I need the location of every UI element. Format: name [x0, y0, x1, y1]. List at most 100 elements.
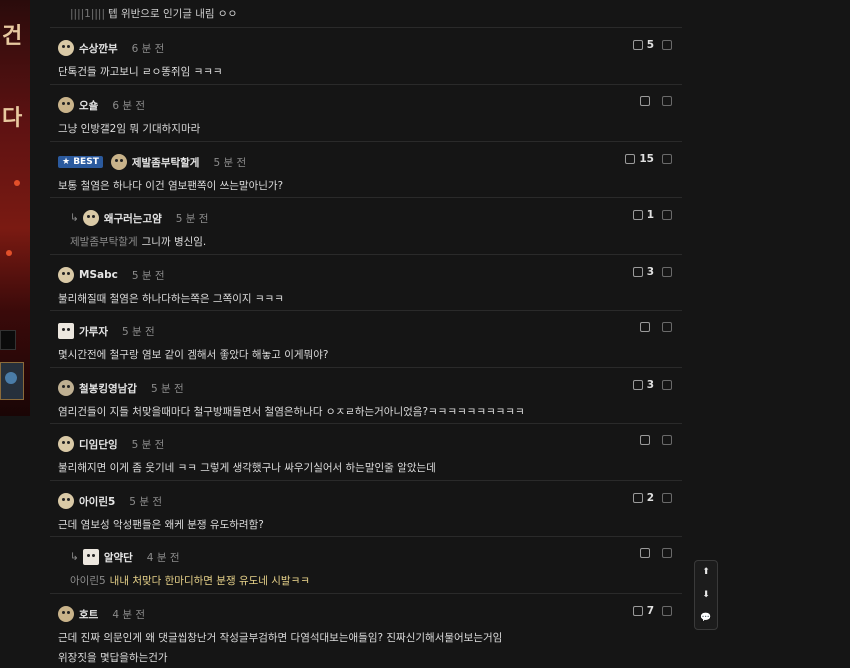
thumbs-up-icon[interactable] [640, 96, 650, 106]
comment-row: MSabc 5 분 전 불리해질때 철염은 하나다하는쪽은 그쪽이지 ㅋㅋㅋ 3 [50, 255, 682, 311]
banner-button[interactable] [0, 330, 16, 350]
comment-text: ||||1|||| 텝 위반으로 인기글 내림 ㅇㅇ [70, 8, 238, 20]
comment-time: 6 분 전 [112, 99, 146, 112]
avatar[interactable] [110, 154, 127, 170]
comment-time: 5 분 전 [131, 438, 165, 451]
comment-text: 몇시간전에 철구랑 염보 같이 겜해서 좋았다 해놓고 이게뭐야? [58, 349, 329, 361]
upvote-count: 2 [646, 492, 654, 504]
avatar[interactable] [58, 380, 74, 396]
comment-nick[interactable]: 수상깐부 [79, 41, 118, 56]
scroll-up-icon[interactable]: ⬆ [702, 567, 710, 577]
comment-time: 5 분 전 [121, 325, 155, 338]
thumbs-down-icon[interactable] [662, 96, 672, 106]
comment-text: 보통 철염은 하나다 이건 염보팬쪽이 쓰는말아닌가? [58, 180, 284, 192]
avatar[interactable] [58, 323, 74, 339]
avatar[interactable] [58, 493, 74, 509]
thumbs-up-icon[interactable] [632, 606, 643, 616]
thumbs-up-icon[interactable] [632, 40, 643, 50]
avatar[interactable] [58, 267, 74, 283]
comment-time: 5 분 전 [150, 382, 184, 395]
reply-row: ↳ 알약단 4 분 전 아이린5 내내 처맞다 한마디하면 분쟁 유도네 시발ㅋㅋ [50, 537, 682, 594]
comment-text: 제발좀부탁할게 그니까 병신임. [70, 236, 207, 248]
thumbs-down-icon[interactable] [662, 322, 672, 332]
upvote-count: 3 [646, 379, 654, 391]
comment-nick[interactable]: 디임단잉 [79, 437, 118, 452]
avatar[interactable] [82, 549, 99, 565]
thumbs-up-icon[interactable] [640, 435, 650, 445]
thumbs-down-icon[interactable] [662, 548, 672, 558]
comment-row: 가루자 5 분 전 몇시간전에 철구랑 염보 같이 겜해서 좋았다 해놓고 이게뭐… [50, 311, 682, 368]
left-banner-ad[interactable]: 건 다 [0, 0, 30, 416]
thumbs-up-icon[interactable] [632, 267, 643, 277]
scroll-down-icon[interactable]: ⬇ [702, 590, 710, 600]
thumbs-down-icon[interactable] [662, 435, 672, 445]
comment-text: 염리건들이 지들 처맞을때마다 철구방패들면서 철염은하나다 ㅇㅈㄹ하는거아니었… [58, 406, 525, 418]
upvote-count: 1 [646, 209, 654, 221]
thumbs-down-icon[interactable] [662, 606, 672, 616]
comment-time: 5 분 전 [131, 269, 165, 282]
comment-nick[interactable]: MSabc [79, 269, 118, 281]
thumbs-down-icon[interactable] [662, 493, 672, 503]
comment-nick[interactable]: 호트 [79, 607, 98, 622]
comment-nick[interactable]: 철봉킹영남갑 [79, 381, 137, 396]
upvote-count: 3 [646, 266, 654, 278]
thumbs-up-icon[interactable] [625, 154, 636, 164]
comment-time: 6 분 전 [131, 42, 165, 55]
comment-text: 근데 염보성 악성팬들은 왜케 분쟁 유도하려함? [58, 519, 264, 531]
thumbs-up-icon[interactable] [640, 548, 650, 558]
comment-time: 5 분 전 [213, 156, 247, 169]
comment-list: ||||1|||| 텝 위반으로 인기글 내림 ㅇㅇ 수상깐부 6 분 전 단톡건들… [50, 0, 682, 664]
comment-nick[interactable]: 가루자 [79, 324, 108, 339]
reply-arrow-icon: ↳ [70, 212, 79, 224]
comment-row: 수상깐부 6 분 전 단톡건들 까고보니 ㄹㅇ똥쥐임 ㅋㅋㅋ 5 [50, 28, 682, 85]
reply-row: ↳ 왜구러는고얌 5 분 전 제발좀부탁할게 그니까 병신임. 1 [50, 198, 682, 255]
comment-nick[interactable]: 오숄 [79, 98, 98, 113]
comment-partial-top: ||||1|||| 텝 위반으로 인기글 내림 ㅇㅇ [50, 0, 682, 28]
comment-row-best: ★ BEST 제발좀부탁할게 5 분 전 보통 철염은 하나다 이건 염보팬쪽이 쓰… [50, 142, 682, 198]
avatar[interactable] [58, 606, 74, 622]
comment-text: 단톡건들 까고보니 ㄹㅇ똥쥐임 ㅋㅋㅋ [58, 66, 223, 78]
reply-target-nick[interactable]: 아이린5 [70, 575, 106, 587]
floating-nav: ⬆ ⬇ 💬 [694, 560, 718, 630]
thumbs-up-icon[interactable] [632, 493, 643, 503]
comment-text: 불리해질때 철염은 하나다하는쪽은 그쪽이지 ㅋㅋㅋ [58, 293, 284, 305]
upvote-count: 5 [646, 39, 654, 51]
comment-text: 불리해지면 이게 좀 웃기네 ㅋㅋ 그렇게 생각했구나 싸우기실어서 하는말인줄… [58, 462, 436, 474]
thumbs-down-icon[interactable] [662, 40, 672, 50]
banner-glyph: 건 [2, 24, 23, 49]
thumbs-up-icon[interactable] [632, 210, 643, 220]
thumbs-down-icon[interactable] [662, 210, 672, 220]
upvote-count: 15 [639, 153, 654, 165]
comment-time: 5 분 전 [129, 495, 162, 508]
banner-ember [6, 250, 12, 256]
banner-ember [14, 180, 20, 186]
comment-nick[interactable]: 아이린5 [79, 494, 115, 509]
thumbs-down-icon[interactable] [662, 154, 672, 164]
comment-row: 아이린5 5 분 전 근데 염보성 악성팬들은 왜케 분쟁 유도하려함? 2 [50, 481, 682, 537]
comment-time: 4 분 전 [146, 551, 180, 564]
comment-nick[interactable]: 왜구러는고얌 [104, 211, 162, 226]
comment-row: 호트 4 분 전 근데 진짜 의문인게 왜 댓글씹창난거 작성글부검하면 다염석대… [50, 594, 682, 664]
thumbs-up-icon[interactable] [640, 322, 650, 332]
comment-row: 오숄 6 분 전 그냥 인방갤2임 뭐 기대하지마라 [50, 85, 682, 142]
comment-nick[interactable]: 제발좀부탁할게 [132, 155, 200, 170]
comment-time: 4 분 전 [112, 608, 146, 621]
comment-row: 디임단잉 5 분 전 불리해지면 이게 좀 웃기네 ㅋㅋ 그렇게 생각했구나 싸우… [50, 424, 682, 481]
avatar[interactable] [82, 210, 99, 226]
best-badge: ★ BEST [58, 156, 103, 168]
thumbs-down-icon[interactable] [662, 380, 672, 390]
reply-target-nick[interactable]: 제발좀부탁할게 [70, 236, 138, 248]
upvote-count: 7 [646, 605, 654, 617]
thumbs-down-icon[interactable] [662, 267, 672, 277]
comment-text: 근데 진짜 의문인게 왜 댓글씹창난거 작성글부검하면 다염석대보는애들임? 진… [58, 632, 503, 664]
banner-gem-icon [0, 362, 24, 400]
comment-icon[interactable]: 💬 [700, 613, 711, 623]
comment-row: 철봉킹영남갑 5 분 전 염리건들이 지들 처맞을때마다 철구방패들면서 철염은하… [50, 368, 682, 424]
comment-text: 그냥 인방갤2임 뭐 기대하지마라 [58, 123, 201, 135]
avatar[interactable] [58, 436, 74, 452]
thumbs-up-icon[interactable] [632, 380, 643, 390]
comment-nick[interactable]: 알약단 [104, 550, 133, 565]
reply-arrow-icon: ↳ [70, 551, 79, 563]
avatar[interactable] [58, 97, 74, 113]
avatar[interactable] [58, 40, 74, 56]
